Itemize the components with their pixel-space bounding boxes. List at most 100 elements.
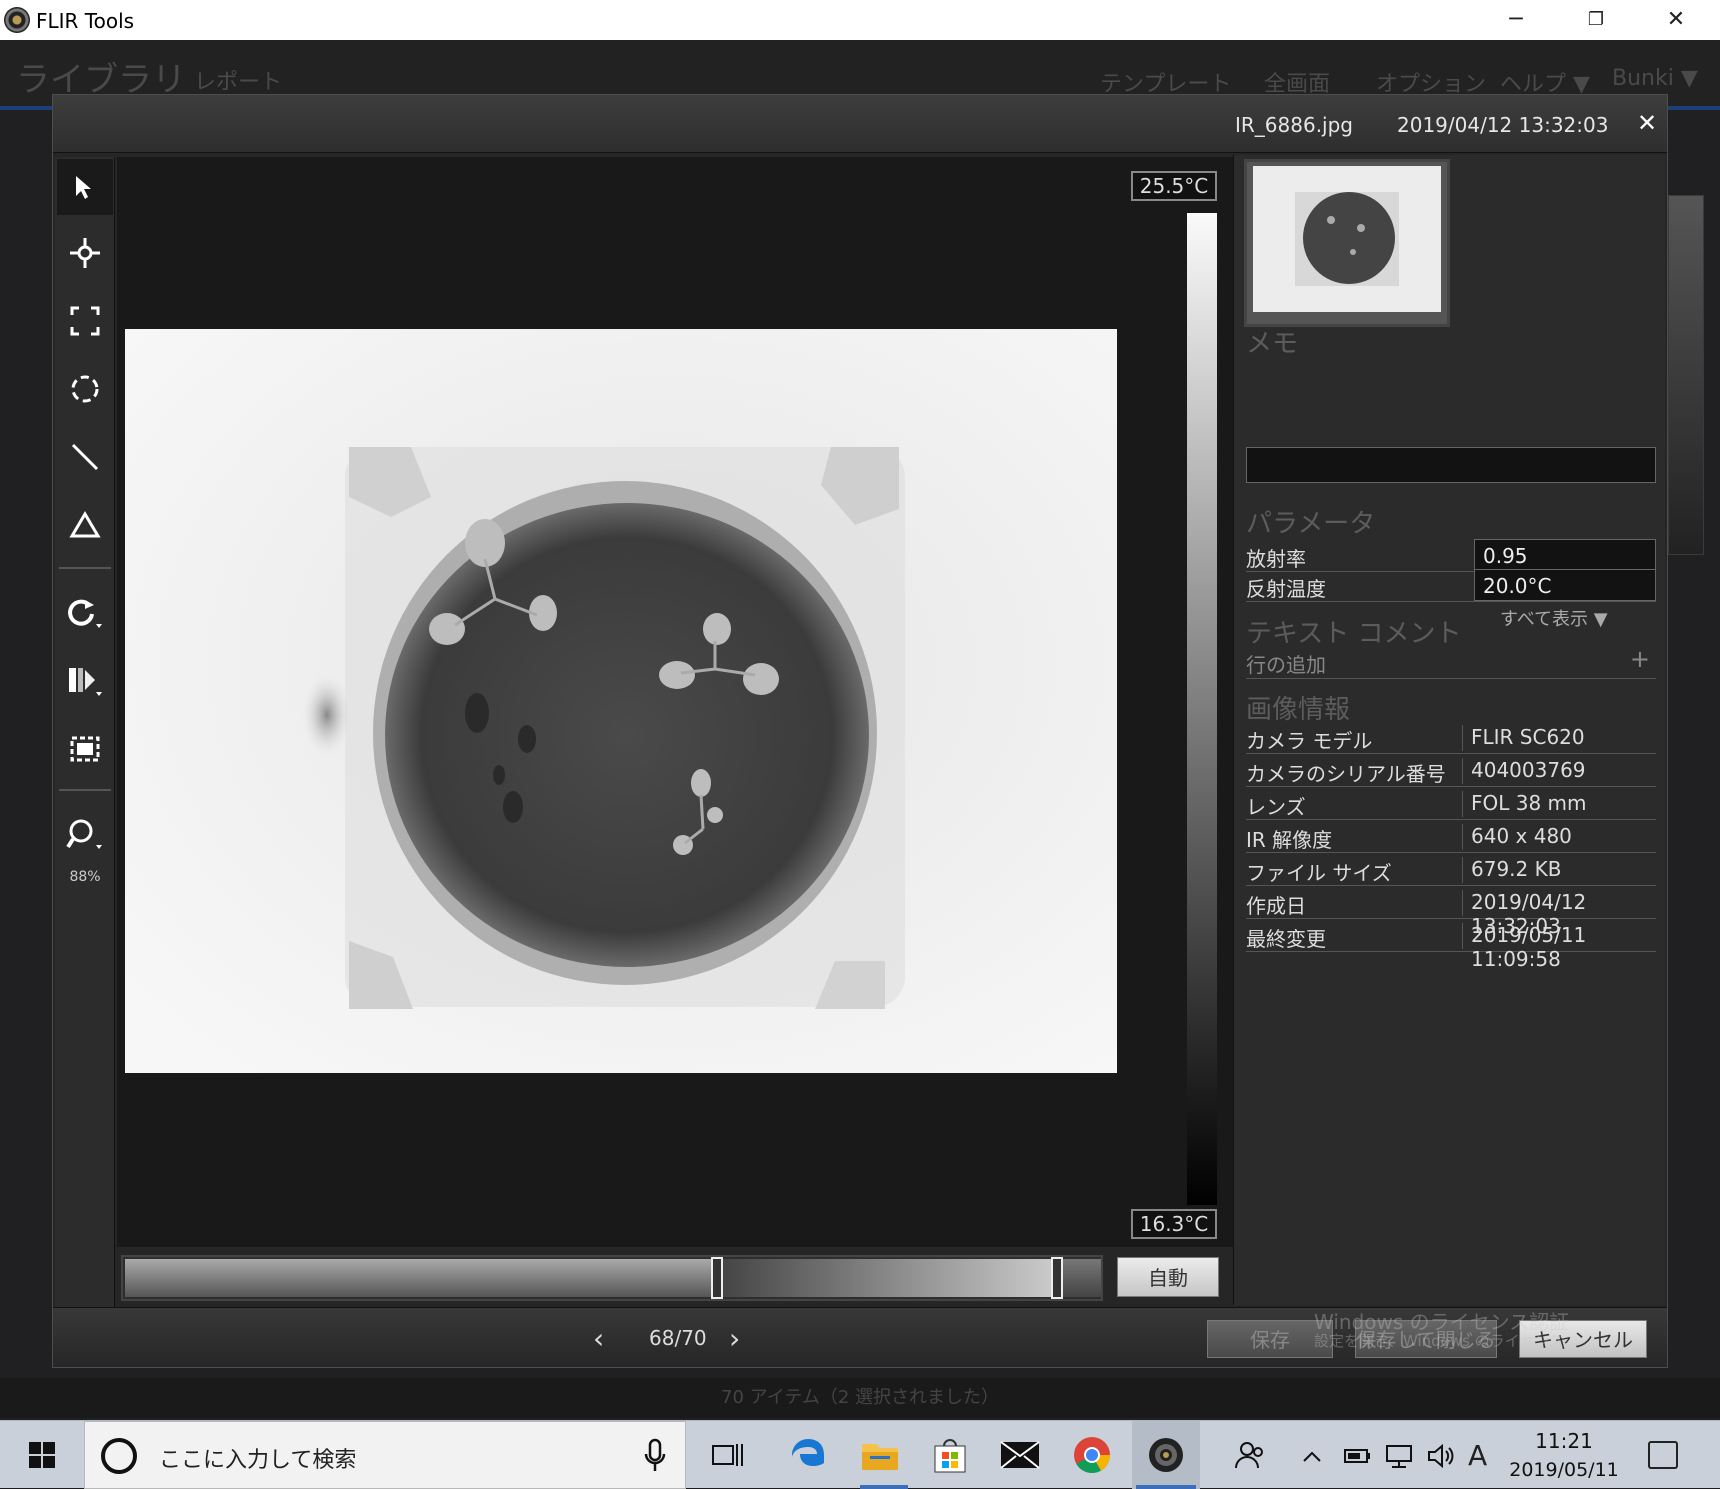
rotate-tool-button[interactable] <box>57 585 113 641</box>
info-row-modified: 最終変更 2019/05/11 11:09:58 <box>1246 919 1656 971</box>
taskbar-clock-time[interactable]: 11:21 <box>1520 1429 1608 1453</box>
auto-adjust-button[interactable]: 自動 <box>1117 1257 1219 1297</box>
fit-image-button[interactable] <box>57 721 113 777</box>
toolbar-separator <box>59 567 111 569</box>
level-span-slider[interactable] <box>121 1255 1103 1301</box>
people-icon <box>1235 1442 1263 1469</box>
info-value: FOL 38 mm <box>1462 791 1587 817</box>
temperature-scale-bar <box>1187 213 1217 1205</box>
scale-min-temp[interactable]: 16.3°C <box>1131 1209 1217 1239</box>
taskbar-search-box[interactable]: ここに入力して検索 <box>84 1421 686 1489</box>
zoom-level: 88% <box>69 869 101 885</box>
next-image-button[interactable]: › <box>729 1322 740 1355</box>
info-label: カメラ モデル <box>1246 729 1373 753</box>
line-icon <box>71 443 99 471</box>
notification-center-icon[interactable] <box>1648 1441 1678 1469</box>
info-value: 2019/05/11 11:09:58 <box>1462 923 1656 971</box>
restore-button[interactable]: ❐ <box>1556 0 1636 40</box>
thermal-image[interactable] <box>125 329 1117 1073</box>
info-label: カメラのシリアル番号 <box>1246 762 1446 786</box>
info-value: 679.2 KB <box>1462 857 1561 883</box>
info-label: IR 解像度 <box>1246 828 1333 852</box>
info-label: レンズ <box>1246 795 1306 819</box>
activation-watermark-sub: 設定を開き、Windows のライセンス <box>1314 1332 1565 1350</box>
viewer-header: IR_6886.jpg 2019/04/12 13:32:03 ✕ <box>53 95 1667 153</box>
delta-tool-button[interactable] <box>57 497 113 553</box>
spot-tool-button[interactable] <box>57 225 113 281</box>
cortana-icon <box>101 1438 137 1474</box>
reflected-temp-input[interactable]: 20.0°C <box>1474 569 1656 601</box>
info-row-ir-resolution: IR 解像度 640 x 480 <box>1246 820 1656 853</box>
taskbar-clock-date[interactable]: 2019/05/11 <box>1508 1459 1620 1481</box>
slider-max-handle[interactable] <box>1051 1257 1063 1299</box>
histogram-range <box>719 1259 1057 1297</box>
add-row-button[interactable]: 行の追加 + <box>1246 643 1656 679</box>
info-value: FLIR SC620 <box>1462 725 1585 751</box>
window-title: FLIR Tools <box>36 9 135 33</box>
image-thumbnail[interactable] <box>1244 159 1450 327</box>
edge-icon <box>791 1438 824 1466</box>
store-icon <box>934 1439 966 1473</box>
file-explorer-button[interactable] <box>856 1431 904 1479</box>
task-view-button[interactable] <box>704 1431 752 1479</box>
info-row-serial: カメラのシリアル番号 404003769 <box>1246 754 1656 787</box>
palette-icon <box>69 668 102 696</box>
chevron-up-icon[interactable] <box>1302 1449 1322 1463</box>
info-row-created: 作成日 2019/04/12 13:32:03 <box>1246 886 1656 938</box>
flir-tools-taskbar-button[interactable] <box>1142 1431 1190 1479</box>
slider-min-handle[interactable] <box>711 1257 723 1299</box>
microphone-icon[interactable] <box>643 1438 667 1474</box>
parameters-title: パラメータ <box>1246 509 1376 539</box>
info-value: 404003769 <box>1462 758 1586 784</box>
emissivity-input[interactable]: 0.95 <box>1474 539 1656 571</box>
show-all-toggle[interactable]: すべて表示 ▼ <box>1500 605 1608 631</box>
chrome-button[interactable] <box>1068 1431 1116 1479</box>
param-row-reflected-temp: 反射温度 20.0°C <box>1246 569 1656 602</box>
zoom-tool-button[interactable] <box>57 807 113 863</box>
ime-indicator[interactable]: A <box>1468 1439 1487 1472</box>
search-placeholder: ここに入力して検索 <box>159 1448 357 1473</box>
battery-icon[interactable] <box>1344 1447 1372 1465</box>
viewer-close-button[interactable]: ✕ <box>1637 109 1657 137</box>
info-label: 最終変更 <box>1246 927 1326 951</box>
palette-tool-button[interactable] <box>57 653 113 709</box>
running-indicator <box>860 1485 908 1489</box>
circle-tool-button[interactable] <box>57 361 113 417</box>
scale-max-temp[interactable]: 25.5°C <box>1131 171 1217 201</box>
info-row-lens: レンズ FOL 38 mm <box>1246 787 1656 820</box>
window-titlebar: FLIR Tools ─ ❐ ✕ <box>0 0 1720 40</box>
windows-logo-icon <box>29 1442 55 1468</box>
select-tool-button[interactable] <box>57 159 113 215</box>
param-row-emissivity: 放射率 0.95 <box>1246 539 1656 572</box>
previous-image-button[interactable]: ‹ <box>593 1322 604 1355</box>
bg-menu-user: Bunki ▼ <box>1612 66 1698 91</box>
bg-scale-bar <box>1668 195 1704 555</box>
toolbar-separator <box>59 789 111 791</box>
circle-area-icon <box>71 375 99 403</box>
info-row-camera-model: カメラ モデル FLIR SC620 <box>1246 721 1656 754</box>
add-row-label: 行の追加 <box>1246 653 1326 677</box>
start-button[interactable] <box>0 1421 84 1489</box>
volume-icon[interactable] <box>1426 1443 1456 1469</box>
edge-browser-button[interactable] <box>784 1431 832 1479</box>
measurement-toolbar: 88% <box>55 157 115 1307</box>
box-tool-button[interactable] <box>57 293 113 349</box>
minimize-button[interactable]: ─ <box>1476 0 1556 40</box>
line-tool-button[interactable] <box>57 429 113 485</box>
param-label: 放射率 <box>1246 547 1306 571</box>
folder-icon <box>862 1444 898 1470</box>
histogram-right <box>1061 1259 1101 1297</box>
info-label: 作成日 <box>1246 894 1306 918</box>
store-button[interactable] <box>926 1431 974 1479</box>
flir-camera-icon <box>1149 1438 1183 1472</box>
chrome-icon <box>1074 1437 1110 1474</box>
thumbnail-image <box>1253 166 1441 312</box>
memo-input[interactable] <box>1246 447 1656 483</box>
mail-button[interactable] <box>996 1431 1044 1479</box>
plus-icon: + <box>1629 645 1650 673</box>
people-button[interactable] <box>1226 1431 1274 1479</box>
delta-triangle-icon <box>69 511 101 538</box>
window-close-button[interactable]: ✕ <box>1636 0 1716 40</box>
network-icon[interactable] <box>1384 1443 1414 1469</box>
thermal-image-drawing <box>125 329 1117 1073</box>
